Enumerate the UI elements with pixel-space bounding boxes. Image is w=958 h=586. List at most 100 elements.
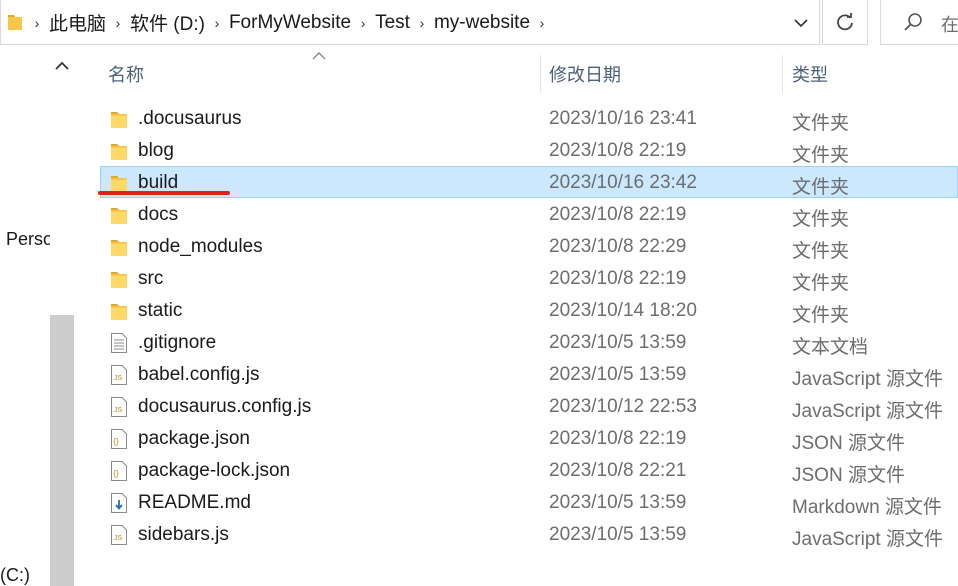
chevron-right-icon[interactable]: › (106, 15, 130, 31)
folder-icon (8, 15, 22, 30)
file-type: 文件夹 (792, 305, 850, 326)
chevron-right-icon[interactable]: › (410, 15, 434, 31)
column-header-date[interactable]: 修改日期 (549, 55, 779, 93)
file-name: node_modules (138, 236, 263, 257)
column-header-type[interactable]: 类型 (792, 55, 952, 93)
file-row[interactable]: README.md 2023/10/5 13:59 Markdown 源文件 (100, 486, 958, 518)
file-modified-date: 2023/10/16 23:42 (549, 172, 697, 193)
nav-item-personal[interactable]: Perso (6, 229, 50, 250)
chevron-right-icon[interactable]: › (205, 15, 229, 31)
file-row[interactable]: blog 2023/10/8 22:19 文件夹 (100, 134, 958, 166)
breadcrumb-this-pc[interactable]: 此电脑 (49, 9, 106, 36)
file-type: 文件夹 (792, 145, 850, 166)
svg-text:JS: JS (114, 375, 123, 382)
navigation-pane: Perso (C:) (0, 45, 76, 586)
folder-icon (110, 141, 128, 161)
file-row[interactable]: {} package.json 2023/10/8 22:19 JSON 源文件 (100, 422, 958, 454)
file-row[interactable]: {} package-lock.json 2023/10/8 22:21 JSON 源… (100, 454, 958, 486)
svg-text:JS: JS (114, 535, 123, 542)
svg-text:{}: {} (114, 437, 120, 446)
file-modified-date: 2023/10/14 18:20 (549, 300, 697, 321)
file-row[interactable]: static 2023/10/14 18:20 文件夹 (100, 294, 958, 326)
file-name: static (138, 300, 183, 321)
file-modified-date: 2023/10/8 22:19 (549, 204, 687, 225)
chevron-down-icon (794, 18, 808, 27)
file-modified-date: 2023/10/5 13:59 (549, 492, 687, 513)
file-name: package.json (138, 428, 250, 449)
nav-scrollbar-thumb[interactable] (50, 315, 74, 586)
folder-icon (110, 205, 128, 225)
folder-icon (110, 301, 128, 321)
file-row[interactable]: .gitignore 2023/10/5 13:59 文本文档 (100, 326, 958, 358)
file-row[interactable]: .docusaurus 2023/10/16 23:41 文件夹 (100, 102, 958, 134)
json-file-icon: {} (110, 429, 128, 449)
file-modified-date: 2023/10/5 13:59 (549, 332, 687, 353)
breadcrumb-test[interactable]: Test (375, 12, 410, 34)
file-type: JavaScript 源文件 (792, 529, 943, 550)
annotation-underline (98, 191, 230, 195)
file-name: package-lock.json (138, 460, 291, 481)
file-modified-date: 2023/10/8 22:19 (549, 268, 687, 289)
file-row[interactable]: docs 2023/10/8 22:19 文件夹 (100, 198, 958, 230)
file-name: babel.config.js (138, 364, 260, 385)
file-type: 文本文档 (792, 337, 869, 358)
file-type: JSON 源文件 (792, 465, 905, 486)
file-modified-date: 2023/10/5 13:59 (549, 524, 687, 545)
file-name: blog (138, 140, 174, 161)
column-divider[interactable] (782, 55, 783, 93)
svg-text:JS: JS (114, 407, 123, 414)
file-name: sidebars.js (138, 524, 229, 545)
file-type: 文件夹 (792, 209, 850, 230)
file-name: docs (138, 204, 179, 225)
file-type: JavaScript 源文件 (792, 401, 943, 422)
folder-icon (110, 109, 128, 129)
file-name: docusaurus.config.js (138, 396, 312, 417)
folder-icon (110, 237, 128, 257)
markdown-file-icon (110, 493, 128, 513)
nav-scroll-up-button[interactable] (50, 55, 74, 77)
file-row[interactable]: JS docusaurus.config.js 2023/10/12 22:53 Ja… (100, 390, 958, 422)
file-type: JavaScript 源文件 (792, 369, 943, 390)
folder-icon (110, 269, 128, 289)
javascript-file-icon: JS (110, 365, 128, 385)
file-type: JSON 源文件 (792, 433, 905, 454)
file-type: 文件夹 (792, 113, 850, 134)
search-icon (904, 13, 922, 31)
search-input[interactable]: 在 (880, 0, 958, 45)
breadcrumb-drive-d[interactable]: 软件 (D:) (130, 9, 205, 36)
file-name: .docusaurus (138, 108, 242, 129)
javascript-file-icon: JS (110, 397, 128, 417)
file-modified-date: 2023/10/8 22:21 (549, 460, 687, 481)
breadcrumb-formywebsite[interactable]: ForMyWebsite (229, 12, 351, 34)
chevron-right-icon[interactable]: › (530, 15, 554, 31)
chevron-right-icon[interactable]: › (351, 15, 375, 31)
svg-text:{}: {} (114, 469, 120, 478)
file-modified-date: 2023/10/8 22:19 (549, 428, 687, 449)
json-file-icon: {} (110, 461, 128, 481)
file-modified-date: 2023/10/5 13:59 (549, 364, 687, 385)
nav-item-drive-c[interactable]: (C:) (0, 565, 30, 586)
chevron-up-icon (55, 61, 69, 70)
javascript-file-icon: JS (110, 525, 128, 545)
folder-icon (110, 173, 128, 193)
file-type: 文件夹 (792, 177, 850, 198)
file-type: 文件夹 (792, 273, 850, 294)
file-modified-date: 2023/10/8 22:19 (549, 140, 687, 161)
refresh-button[interactable] (822, 0, 868, 45)
breadcrumb: › 此电脑 › 软件 (D:) › ForMyWebsite › Test › … (25, 0, 554, 45)
file-row[interactable]: JS babel.config.js 2023/10/5 13:59 JavaScri… (100, 358, 958, 390)
file-modified-date: 2023/10/8 22:29 (549, 236, 687, 257)
column-header-name[interactable]: 名称 (108, 55, 538, 93)
file-row[interactable]: src 2023/10/8 22:19 文件夹 (100, 262, 958, 294)
search-placeholder: 在 (941, 15, 958, 35)
breadcrumb-my-website[interactable]: my-website (434, 12, 530, 34)
address-history-dropdown[interactable] (781, 0, 821, 45)
file-row[interactable]: JS sidebars.js 2023/10/5 13:59 JavaScript 源… (100, 518, 958, 550)
column-divider[interactable] (540, 55, 541, 93)
file-name: .gitignore (138, 332, 217, 353)
file-name: src (138, 268, 164, 289)
file-row[interactable]: node_modules 2023/10/8 22:29 文件夹 (100, 230, 958, 262)
address-bar[interactable]: › 此电脑 › 软件 (D:) › ForMyWebsite › Test › … (0, 0, 820, 45)
chevron-right-icon[interactable]: › (25, 15, 49, 31)
file-explorer-window: › 此电脑 › 软件 (D:) › ForMyWebsite › Test › … (0, 0, 958, 586)
